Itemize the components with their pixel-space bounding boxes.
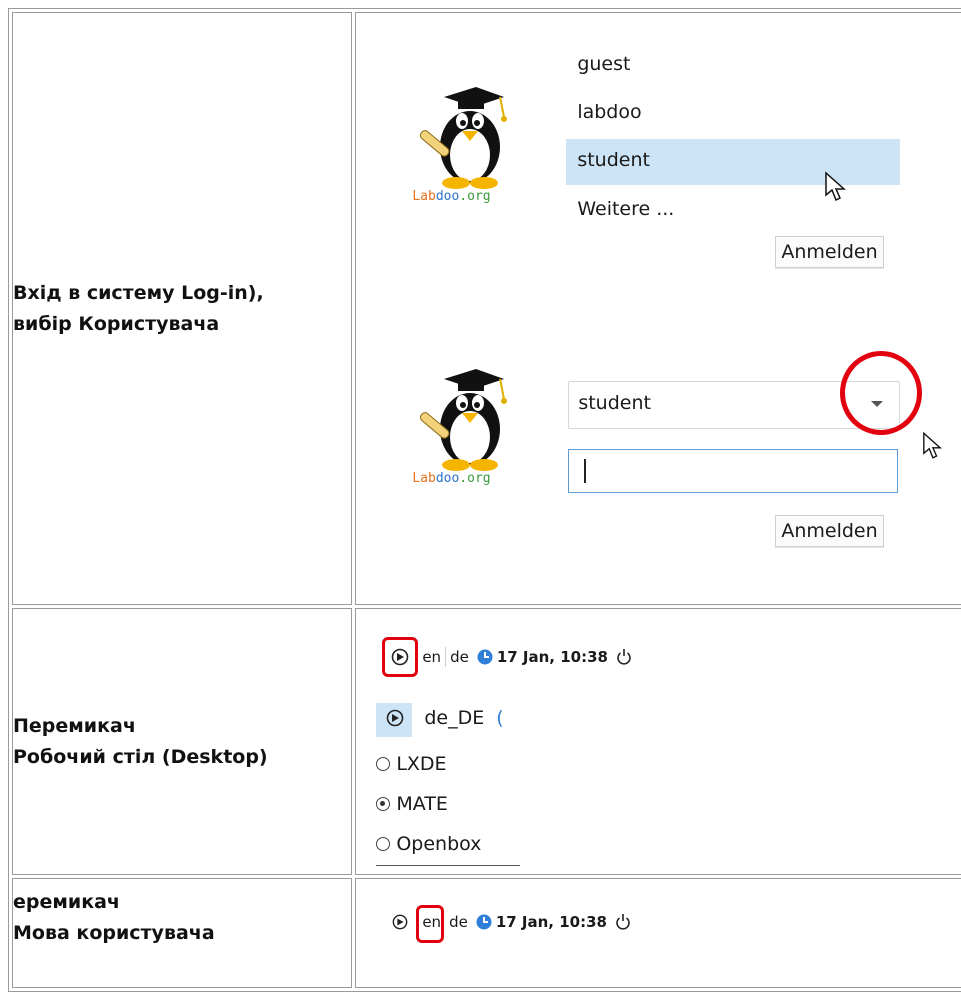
- lang-de[interactable]: de: [450, 648, 469, 666]
- lang-de[interactable]: de: [449, 913, 468, 931]
- mouse-cursor-icon: [825, 171, 847, 202]
- panel-separator: [445, 647, 447, 667]
- top-panel: en de 17 Jan, 10:38: [392, 905, 631, 943]
- logo-text: Labdoo.org: [412, 189, 490, 204]
- logo-text-lab: Lab: [412, 189, 436, 204]
- row-label-language: еремикач Мова користувача: [12, 878, 353, 988]
- session-icon[interactable]: [392, 914, 408, 930]
- desktop-switcher: en de 17 Jan, 10:38 de_DE (LXDE MATE Op…: [355, 608, 961, 875]
- table-row: еремикач Мова користувача en de 17 Jan, …: [12, 878, 961, 988]
- power-icon[interactable]: [615, 913, 631, 931]
- label-line: Робочий стіл (Desktop): [13, 745, 268, 768]
- text-caret: [584, 459, 587, 483]
- session-menu-item-label: LXDE: [396, 753, 447, 775]
- login-button[interactable]: Anmelden: [775, 236, 884, 268]
- clock-icon: [477, 649, 493, 665]
- doc-table: Вхід в систему Log-in), вибір Користувач…: [8, 8, 961, 992]
- session-menu-item-lxde[interactable]: LXDE: [376, 753, 447, 775]
- panel-datetime[interactable]: 17 Jan, 10:38: [497, 648, 608, 666]
- label-line: Мова користувача: [13, 922, 215, 944]
- session-menu-item-label: Openbox: [396, 833, 482, 855]
- language-switcher: en de 17 Jan, 10:38: [355, 878, 961, 988]
- logo-text-doo: doo: [435, 189, 460, 204]
- lang-en[interactable]: en: [416, 905, 445, 943]
- session-menu-item-mate[interactable]: MATE: [376, 793, 448, 815]
- radio-checked-icon: [376, 797, 391, 811]
- session-indicator[interactable]: [382, 637, 419, 677]
- row-label-login: Вхід в систему Log-in), вибір Користувач…: [12, 12, 353, 605]
- label-line: Вхід в систему Log-in),: [13, 281, 264, 304]
- user-list-item-guest[interactable]: guest: [577, 53, 630, 75]
- menu-bottom-border: [376, 865, 521, 866]
- table-row: Вхід в систему Log-in), вибір Користувач…: [12, 12, 961, 605]
- row-label-desktop: Перемикач Робочий стіл (Desktop): [12, 608, 353, 875]
- radio-icon: [376, 837, 391, 851]
- penguin-icon: [420, 87, 508, 189]
- table-row: Перемикач Робочий стіл (Desktop) en de 1…: [12, 608, 961, 875]
- clock-icon-partial: (: [496, 707, 504, 729]
- lang-en[interactable]: en: [422, 648, 441, 666]
- red-annotation-oval: [840, 351, 923, 435]
- label-line: вибір Користувача: [13, 312, 220, 335]
- labdoo-logo: Labdoo.org: [404, 365, 524, 495]
- user-list-item-student[interactable]: student: [577, 149, 650, 171]
- logo-text-lab: Lab: [412, 471, 436, 486]
- session-menu-header[interactable]: de_DE (: [386, 707, 504, 729]
- user-list-item-more[interactable]: Weitere ...: [577, 198, 674, 220]
- logo-text-org: .org: [459, 189, 491, 204]
- login-button[interactable]: Anmelden: [775, 515, 884, 547]
- logo-text: Labdoo.org: [412, 471, 490, 486]
- radio-icon: [376, 757, 391, 771]
- penguin-icon: [420, 369, 508, 471]
- logo-text-doo: doo: [435, 471, 460, 486]
- clock-icon: [476, 914, 492, 930]
- logo-text-org: .org: [459, 471, 491, 486]
- login-screens: Labdoo.org guest labdoo student Weitere …: [355, 12, 961, 605]
- labdoo-logo: Labdoo.org: [404, 83, 524, 213]
- label-line: еремикач: [13, 891, 120, 913]
- label-line: Перемикач: [13, 714, 136, 737]
- session-menu-item-label: MATE: [396, 793, 448, 815]
- user-list-item-labdoo[interactable]: labdoo: [577, 101, 641, 123]
- session-menu-item-openbox[interactable]: Openbox: [376, 833, 481, 855]
- red-annotation-box: [416, 905, 445, 943]
- session-icon: [387, 709, 404, 727]
- red-annotation-box: [382, 637, 419, 677]
- top-panel: en de 17 Jan, 10:38: [382, 637, 632, 677]
- session-menu-header-label: de_DE: [424, 707, 485, 729]
- user-combo-value: student: [578, 392, 651, 414]
- mouse-cursor-icon: [923, 431, 943, 459]
- panel-datetime[interactable]: 17 Jan, 10:38: [496, 913, 607, 931]
- password-input[interactable]: [568, 449, 899, 493]
- power-icon[interactable]: [616, 648, 632, 666]
